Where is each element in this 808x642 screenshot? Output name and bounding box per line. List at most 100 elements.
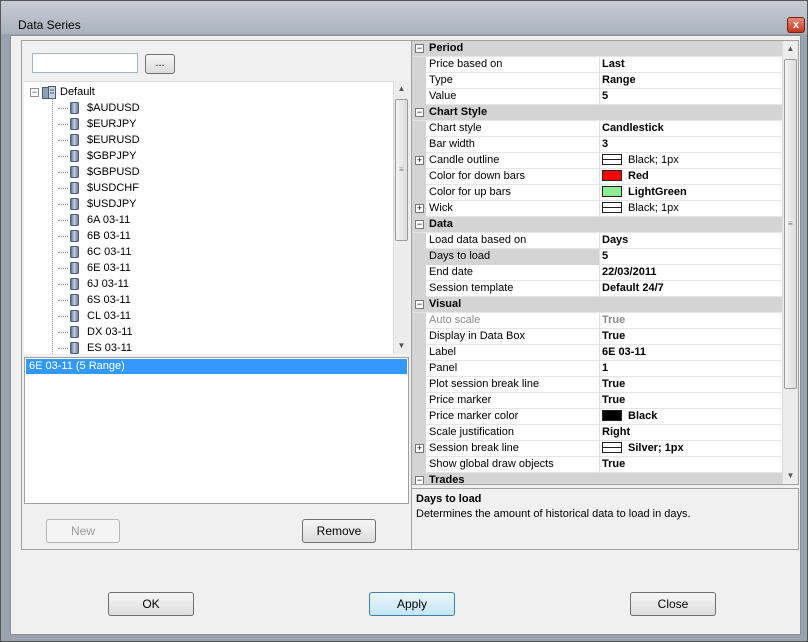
property-row[interactable]: + Candle outline Black; 1px: [412, 153, 782, 169]
tree-item[interactable]: $USDJPY: [58, 196, 137, 212]
expand-icon[interactable]: +: [415, 204, 424, 213]
tree-scroll-thumb[interactable]: ≡: [395, 99, 408, 241]
property-row[interactable]: Price marker color Black: [412, 409, 782, 425]
property-value[interactable]: True: [599, 393, 782, 409]
tree-item[interactable]: $USDCHF: [58, 180, 139, 196]
tree-connector: [58, 235, 68, 237]
property-row[interactable]: Scale justification Right: [412, 425, 782, 441]
property-row[interactable]: Panel 1: [412, 361, 782, 377]
property-value[interactable]: Black: [599, 409, 782, 425]
property-value[interactable]: 5: [599, 89, 782, 105]
property-value[interactable]: 5: [599, 249, 782, 265]
property-value[interactable]: Candlestick: [599, 121, 782, 137]
property-value[interactable]: True: [599, 329, 782, 345]
property-grid-scrollbar[interactable]: ▲ ≡ ▼: [782, 41, 798, 484]
property-row[interactable]: End date 22/03/2011: [412, 265, 782, 281]
row-gutter: [412, 425, 426, 441]
property-value[interactable]: Default 24/7: [599, 281, 782, 297]
property-row[interactable]: + Wick Black; 1px: [412, 201, 782, 217]
expand-icon[interactable]: +: [415, 156, 424, 165]
property-row-selected[interactable]: Days to load 5: [412, 249, 782, 265]
property-row[interactable]: Value 5: [412, 89, 782, 105]
property-value[interactable]: 3: [599, 137, 782, 153]
close-button[interactable]: Close: [630, 592, 716, 616]
collapse-icon[interactable]: −: [415, 220, 424, 229]
property-row[interactable]: Label 6E 03-11: [412, 345, 782, 361]
collapse-icon[interactable]: −: [415, 44, 424, 53]
collapse-icon[interactable]: −: [415, 300, 424, 309]
category-period[interactable]: − Period: [412, 41, 782, 57]
tree-item[interactable]: 6C 03-11: [58, 244, 131, 260]
row-gutter: [412, 329, 426, 345]
property-value[interactable]: Black; 1px: [599, 201, 782, 217]
category-visual[interactable]: − Visual: [412, 297, 782, 313]
tree-item[interactable]: 6A 03-11: [58, 212, 130, 228]
property-row[interactable]: Bar width 3: [412, 137, 782, 153]
tree-item[interactable]: $GBPUSD: [58, 164, 140, 180]
property-row[interactable]: Session template Default 24/7: [412, 281, 782, 297]
property-value[interactable]: Last: [599, 57, 782, 73]
tree-item[interactable]: DX 03-11: [58, 324, 133, 340]
scroll-up-icon[interactable]: ▲: [783, 41, 798, 57]
collapse-icon[interactable]: −: [30, 87, 39, 97]
category-label: Visual: [429, 298, 462, 310]
tree-item[interactable]: ES 03-11: [58, 340, 132, 354]
property-row[interactable]: Load data based on Days: [412, 233, 782, 249]
series-list-item[interactable]: 6E 03-11 (5 Range): [26, 359, 407, 374]
close-window-button[interactable]: x: [787, 17, 805, 33]
remove-button[interactable]: Remove: [302, 519, 376, 543]
new-button[interactable]: New: [46, 519, 120, 543]
collapse-icon[interactable]: −: [415, 476, 424, 484]
property-value[interactable]: Right: [599, 425, 782, 441]
tree-item[interactable]: 6J 03-11: [58, 276, 129, 292]
expand-icon[interactable]: +: [415, 444, 424, 453]
property-row[interactable]: Type Range: [412, 73, 782, 89]
browse-button[interactable]: ...: [145, 54, 175, 74]
tree-root-default[interactable]: − Default: [30, 84, 95, 100]
property-scroll-thumb[interactable]: ≡: [784, 59, 797, 389]
category-trades[interactable]: − Trades: [412, 473, 782, 484]
scroll-down-icon[interactable]: ▼: [394, 338, 409, 354]
tree-scrollbar[interactable]: ▲ ≡ ▼: [393, 81, 409, 354]
scroll-up-icon[interactable]: ▲: [394, 81, 409, 97]
property-row[interactable]: Show global draw objects True: [412, 457, 782, 473]
tree-connector: [58, 347, 68, 349]
instrument-search-input[interactable]: [32, 53, 138, 73]
property-value[interactable]: Days: [599, 233, 782, 249]
property-row[interactable]: Plot session break line True: [412, 377, 782, 393]
property-value[interactable]: True: [599, 457, 782, 473]
tree-item[interactable]: 6S 03-11: [58, 292, 131, 308]
instrument-icon: [70, 134, 79, 146]
property-value[interactable]: Silver; 1px: [599, 441, 782, 457]
tree-item[interactable]: $EURJPY: [58, 116, 137, 132]
property-row[interactable]: Price marker True: [412, 393, 782, 409]
tree-item[interactable]: $EURUSD: [58, 132, 140, 148]
category-data[interactable]: − Data: [412, 217, 782, 233]
property-value[interactable]: LightGreen: [599, 185, 782, 201]
property-value[interactable]: 6E 03-11: [599, 345, 782, 361]
property-row[interactable]: Color for down bars Red: [412, 169, 782, 185]
ok-button[interactable]: OK: [108, 592, 194, 616]
property-row[interactable]: Auto scale True: [412, 313, 782, 329]
property-row[interactable]: Chart style Candlestick: [412, 121, 782, 137]
tree-item[interactable]: $AUDUSD: [58, 100, 140, 116]
scroll-down-icon[interactable]: ▼: [783, 468, 798, 484]
property-value[interactable]: 1: [599, 361, 782, 377]
apply-button[interactable]: Apply: [369, 592, 455, 616]
property-value[interactable]: Black; 1px: [599, 153, 782, 169]
property-row[interactable]: + Session break line Silver; 1px: [412, 441, 782, 457]
property-value[interactable]: 22/03/2011: [599, 265, 782, 281]
tree-item[interactable]: $GBPJPY: [58, 148, 137, 164]
property-row[interactable]: Color for up bars LightGreen: [412, 185, 782, 201]
category-chart-style[interactable]: − Chart Style: [412, 105, 782, 121]
tree-item[interactable]: 6B 03-11: [58, 228, 131, 244]
property-value[interactable]: True: [599, 377, 782, 393]
property-name: Session break line: [429, 442, 519, 454]
collapse-icon[interactable]: −: [415, 108, 424, 117]
tree-item[interactable]: 6E 03-11: [58, 260, 131, 276]
property-value[interactable]: Red: [599, 169, 782, 185]
property-value[interactable]: Range: [599, 73, 782, 89]
property-row[interactable]: Price based on Last: [412, 57, 782, 73]
property-row[interactable]: Display in Data Box True: [412, 329, 782, 345]
tree-item[interactable]: CL 03-11: [58, 308, 131, 324]
